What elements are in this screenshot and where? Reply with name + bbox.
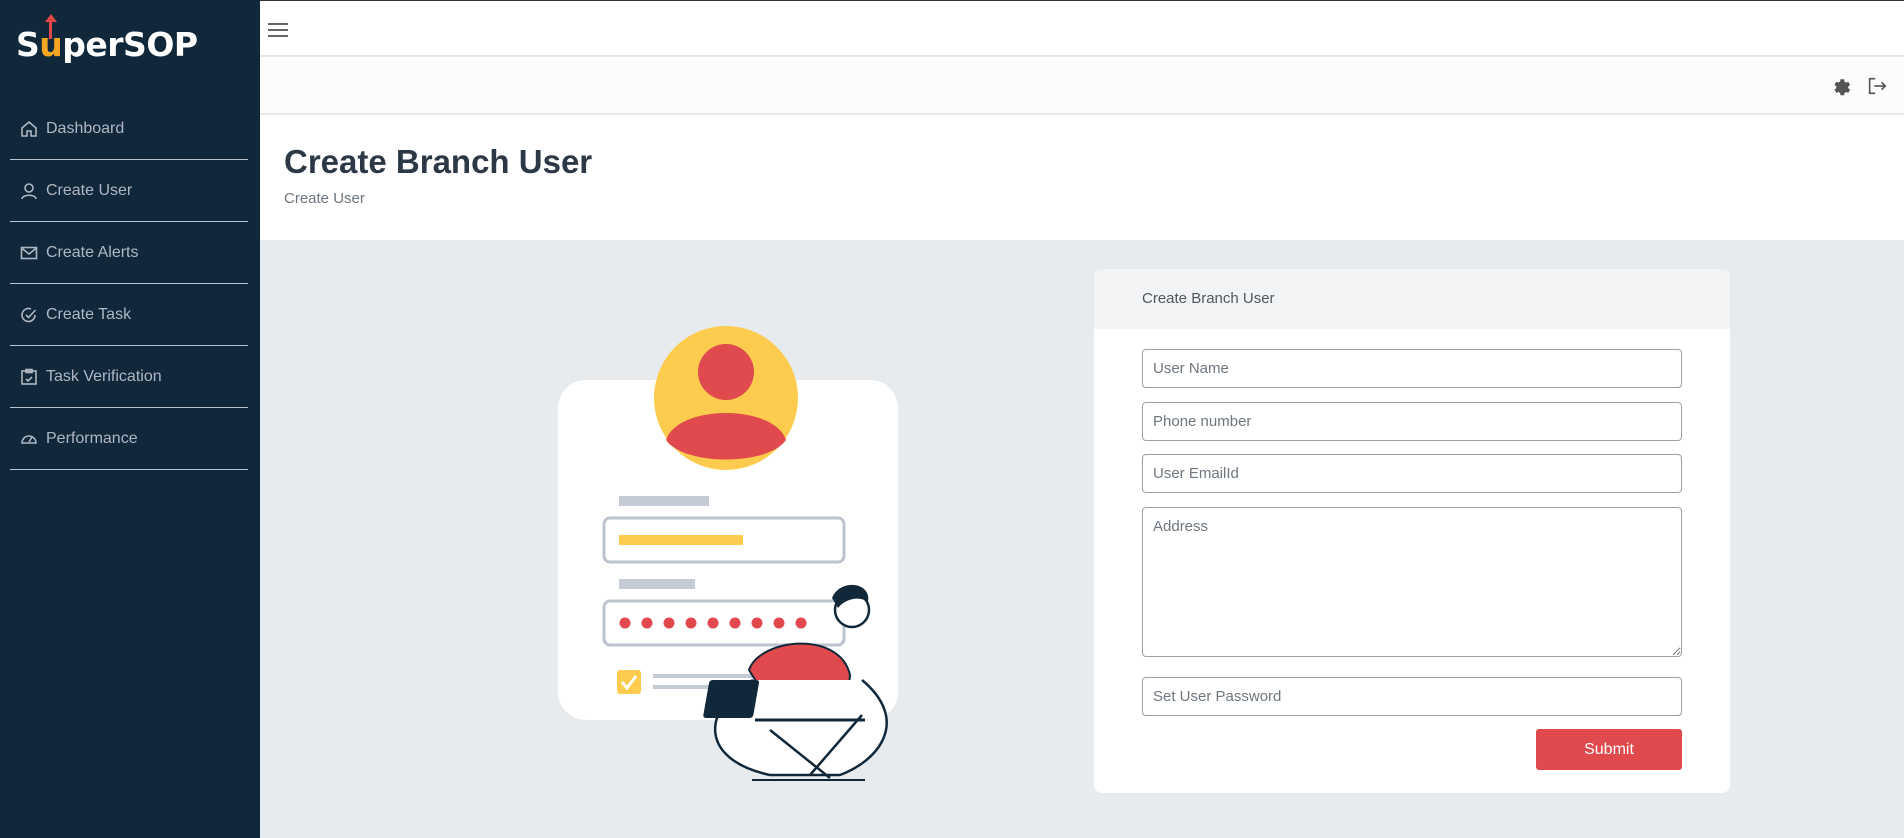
phone-input[interactable] <box>1142 402 1682 441</box>
submit-button[interactable]: Submit <box>1536 729 1682 770</box>
hamburger-menu-icon[interactable] <box>268 23 288 39</box>
create-branch-user-card: Create Branch User Submit <box>1094 269 1730 793</box>
brand-name-prefix: S <box>16 24 40 64</box>
check-circle-icon <box>21 307 37 322</box>
home-icon <box>21 120 37 137</box>
page-header: Create Branch User Create User <box>260 115 1904 240</box>
sidebar-item-label: Create Task <box>46 305 132 323</box>
username-input[interactable] <box>1142 349 1682 388</box>
address-textarea[interactable] <box>1142 507 1682 657</box>
brand-name-u: u <box>39 13 63 64</box>
email-input[interactable] <box>1142 454 1682 493</box>
logout-icon[interactable] <box>1866 75 1888 97</box>
sidebar-item-create-task[interactable]: Create Task <box>10 284 248 346</box>
mail-icon <box>20 246 38 259</box>
sidebar-item-dashboard[interactable]: Dashboard <box>10 98 248 160</box>
sidebar-item-label: Dashboard <box>46 119 125 137</box>
settings-gear-icon[interactable] <box>1830 75 1852 97</box>
gauge-icon <box>21 434 37 444</box>
sidebar-item-label: Create Alerts <box>46 243 139 261</box>
user-registration-illustration <box>558 326 898 781</box>
top-bar <box>260 0 1904 56</box>
toolbar <box>260 57 1904 114</box>
page-title: Create Branch User <box>284 143 593 180</box>
sidebar: Su perSOP Dashboard Create User Create Al… <box>0 0 260 838</box>
password-input[interactable] <box>1142 677 1682 716</box>
sidebar-item-label: Create User <box>46 181 133 199</box>
breadcrumb: Create User <box>284 190 365 207</box>
brand-logo[interactable]: Su perSOP <box>16 13 198 66</box>
user-icon <box>21 182 37 199</box>
sidebar-item-create-user[interactable]: Create User <box>10 160 248 222</box>
sidebar-item-create-alerts[interactable]: Create Alerts <box>10 222 248 284</box>
sidebar-nav: Dashboard Create User Create Alerts Crea… <box>10 98 248 470</box>
clipboard-icon <box>21 368 37 385</box>
sidebar-item-task-verification[interactable]: Task Verification <box>10 346 248 408</box>
brand-name-suffix: perSOP <box>62 24 198 64</box>
sidebar-item-performance[interactable]: Performance <box>10 408 248 470</box>
sidebar-item-label: Performance <box>46 429 138 447</box>
card-heading: Create Branch User <box>1094 269 1730 329</box>
sidebar-item-label: Task Verification <box>46 367 162 385</box>
